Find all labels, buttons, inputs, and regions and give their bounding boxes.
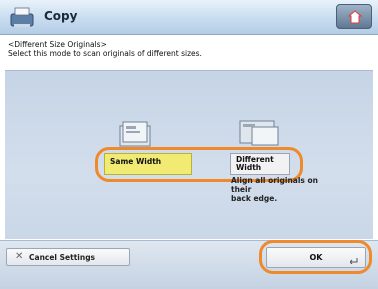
mode-heading: <Different Size Originals> [8,40,107,49]
mode-subheading: Select this mode to scan originals of di… [8,49,202,58]
cancel-settings-label: Cancel Settings [29,253,96,262]
page-title: Copy [44,9,78,23]
mode-description: <Different Size Originals> Select this m… [8,40,202,58]
close-icon: ✕ [15,251,24,262]
copy-screen: Copy <Different Size Originals> Select t… [0,0,378,289]
description-line2: back edge. [231,194,278,203]
stacked-originals-different-width-icon [239,120,279,146]
home-icon [348,10,362,24]
ok-highlight-ring [259,240,372,274]
home-button[interactable] [336,4,372,29]
stacked-originals-same-width-icon [119,121,151,147]
title-bar: Copy [0,0,378,35]
cancel-settings-button[interactable]: ✕ Cancel Settings [6,248,130,266]
copy-machine-icon [10,7,34,27]
description-line1: Align all originals on their [231,176,318,194]
different-width-description: Align all originals on their back edge. [231,176,321,203]
